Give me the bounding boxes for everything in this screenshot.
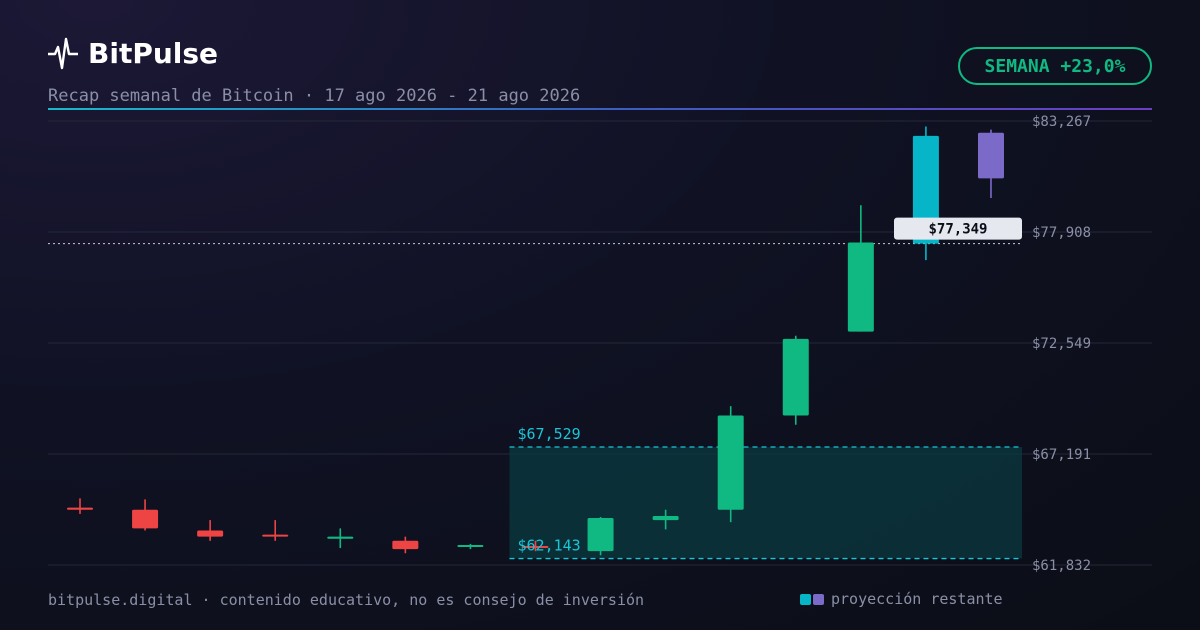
candle: [392, 536, 419, 554]
candle: [587, 516, 614, 556]
candle-body: [132, 509, 159, 529]
y-tick-label: $61,832: [1032, 558, 1091, 574]
y-tick-label: $77,908: [1032, 225, 1091, 241]
candle: [262, 520, 289, 541]
candle: [977, 129, 1004, 198]
footer-disclaimer: bitpulse.digital · contenido educativo, …: [48, 591, 645, 609]
candle: [327, 528, 354, 549]
candle-body: [457, 544, 484, 548]
candle: [782, 335, 809, 425]
legend-swatch-projection-1: [800, 593, 811, 605]
candle: [912, 126, 939, 261]
range-low-label: $62,143: [517, 537, 580, 555]
range-band: [509, 446, 1022, 559]
legend-label: proyección restante: [831, 590, 1003, 608]
candle: [197, 520, 224, 541]
candle-body: [717, 415, 744, 510]
candle-body: [587, 518, 614, 552]
candle-body: [782, 338, 809, 416]
y-tick-label: $72,549: [1032, 336, 1091, 352]
candle: [457, 543, 484, 550]
candle-body: [652, 515, 679, 521]
candle: [132, 499, 159, 531]
legend-swatch-projection-2: [813, 593, 824, 605]
candle: [717, 406, 744, 523]
candle-body: [977, 132, 1004, 179]
range-high-label: $67,529: [517, 425, 580, 443]
candle-body: [197, 530, 224, 537]
candle: [847, 205, 874, 332]
legend: proyección restante: [800, 590, 1003, 608]
candle: [67, 498, 93, 514]
y-tick-label: $83,267: [1032, 114, 1091, 130]
candle-body: [327, 536, 354, 539]
candle-body: [262, 534, 289, 537]
current-price-label: $77,349: [928, 222, 987, 238]
candle-body: [67, 507, 93, 510]
y-tick-label: $67,191: [1032, 447, 1091, 463]
candlestick-chart: $83,267 $77,908 $72,549 $67,191 $61,832 $67,5…: [48, 114, 1152, 574]
candle-body: [392, 540, 419, 550]
candle-body: [847, 242, 874, 332]
